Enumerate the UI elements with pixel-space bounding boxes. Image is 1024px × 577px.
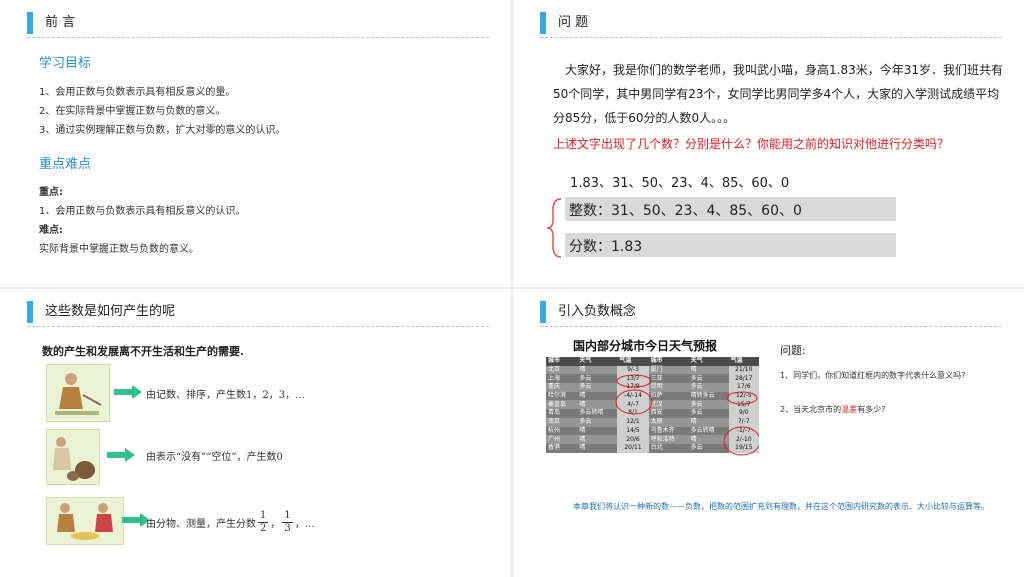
slide-preface: 前 言 学习目标 1、会用正数与负数表示具有相反意义的量。 2、在实际背景中掌握… [0, 0, 511, 287]
question-2-prefix: 2、当天北京市的 [780, 405, 842, 414]
chapter-summary: 本章我们将认识一种新的数——负数，把数的范围扩充到有理数，并在这个范围内研究数的… [573, 502, 989, 511]
slide-question: 问 题 大家好，我是你们的数学老师，我叫武小喵，身高1.83米，今年31岁．我们… [513, 0, 1024, 287]
header-accent-bar [540, 12, 546, 34]
zero-illustration [46, 429, 100, 485]
arrow-right-icon [114, 385, 142, 399]
slide-origin: 这些数是如何产生的呢 数的产生和发展离不开生活和生产的需要. 由记数、排序，产生… [0, 289, 511, 577]
fraction-half: 1 2 [258, 509, 269, 535]
fraction-denominator: 2 [258, 521, 269, 534]
slide-header: 这些数是如何产生的呢 [27, 301, 489, 327]
slide-title: 引入负数概念 [558, 304, 637, 319]
goal-item: 3、通过实例理解正数与负数，扩大对零的意义的认识。 [39, 125, 286, 136]
fraction-text: 由分物、测量，产生分数 1 2 ， 1 3 ，… [146, 505, 315, 539]
slide-negative-numbers: 引入负数概念 国内部分城市今日天气预报 城市 天气 气温 城市 天气 气温 北京晴 9/-3 厦… [513, 289, 1024, 577]
fraction-illustration [46, 497, 124, 545]
slide-header: 问 题 [540, 12, 1002, 38]
goal-item: 2、在实际背景中掌握正数与负数的意义。 [39, 106, 226, 117]
focus-heading: 重点难点 [39, 157, 92, 172]
slide-title: 这些数是如何产生的呢 [45, 304, 176, 319]
slide-header: 前 言 [27, 12, 489, 38]
red-circle-annotations [615, 374, 759, 456]
slide-header: 引入负数概念 [540, 301, 1002, 327]
header-accent-bar [27, 12, 33, 34]
counting-illustration [46, 364, 110, 422]
question-2-suffix: 有多少? [857, 405, 886, 414]
header-accent-bar [540, 301, 546, 323]
question-1: 1、同学们，你们知道红框内的数字代表什么意义吗? [780, 371, 966, 380]
fractions-box: 分数：1.83 [565, 233, 896, 257]
fraction-prefix: 由分物、测量，产生分数 [146, 518, 256, 530]
header-accent-bar [27, 301, 33, 323]
fraction-third: 1 3 [282, 509, 293, 535]
question-2: 2、当天北京市的温差有多少? [780, 404, 885, 415]
brace-icon [546, 198, 562, 258]
fraction-numerator: 1 [260, 509, 267, 521]
goals-heading: 学习目标 [39, 56, 92, 71]
fraction-denominator: 3 [282, 521, 293, 534]
key-text: 1、会用正数与负数表示具有相反意义的认识。 [39, 206, 246, 217]
fraction-separator: ， [270, 518, 281, 530]
slide-title: 前 言 [45, 15, 76, 30]
difficulty-text: 实际背景中掌握正数与负数的意义。 [39, 244, 199, 255]
slide-title: 问 题 [558, 15, 589, 30]
fraction-numerator: 1 [284, 509, 291, 521]
zero-text: 由表示“没有”“空位”，产生数0 [146, 452, 283, 463]
key-label: 重点: [39, 187, 63, 198]
arrow-right-icon [107, 448, 135, 462]
intro-text: 数的产生和发展离不开生活和生产的需要. [42, 345, 244, 358]
question-text: 上述文字出现了几个数？分别是什么？你能用之前的知识对他进行分类吗？ [553, 137, 950, 151]
goal-item: 1、会用正数与负数表示具有相反意义的量。 [39, 87, 236, 98]
fraction-suffix: ，… [294, 518, 315, 530]
integers-text: 整数：31、50、23、4、85、60、0 [569, 203, 802, 219]
difficulty-label: 难点: [39, 225, 63, 236]
integers-box: 整数：31、50、23、4、85、60、0 [565, 197, 896, 221]
counting-text: 由记数、排序，产生数1，2，3，… [146, 390, 306, 401]
question-2-highlight: 温差 [841, 405, 858, 414]
fractions-text: 分数：1.83 [569, 239, 643, 255]
weather-table-title: 国内部分城市今日天气预报 [573, 339, 718, 353]
question-heading: 问题: [780, 344, 806, 357]
intro-paragraph: 大家好，我是你们的数学老师，我叫武小喵，身高1.83米，今年31岁．我们班共有5… [553, 63, 1003, 125]
numbers-list: 1.83、31、50、23、4、85、60、0 [570, 176, 790, 191]
